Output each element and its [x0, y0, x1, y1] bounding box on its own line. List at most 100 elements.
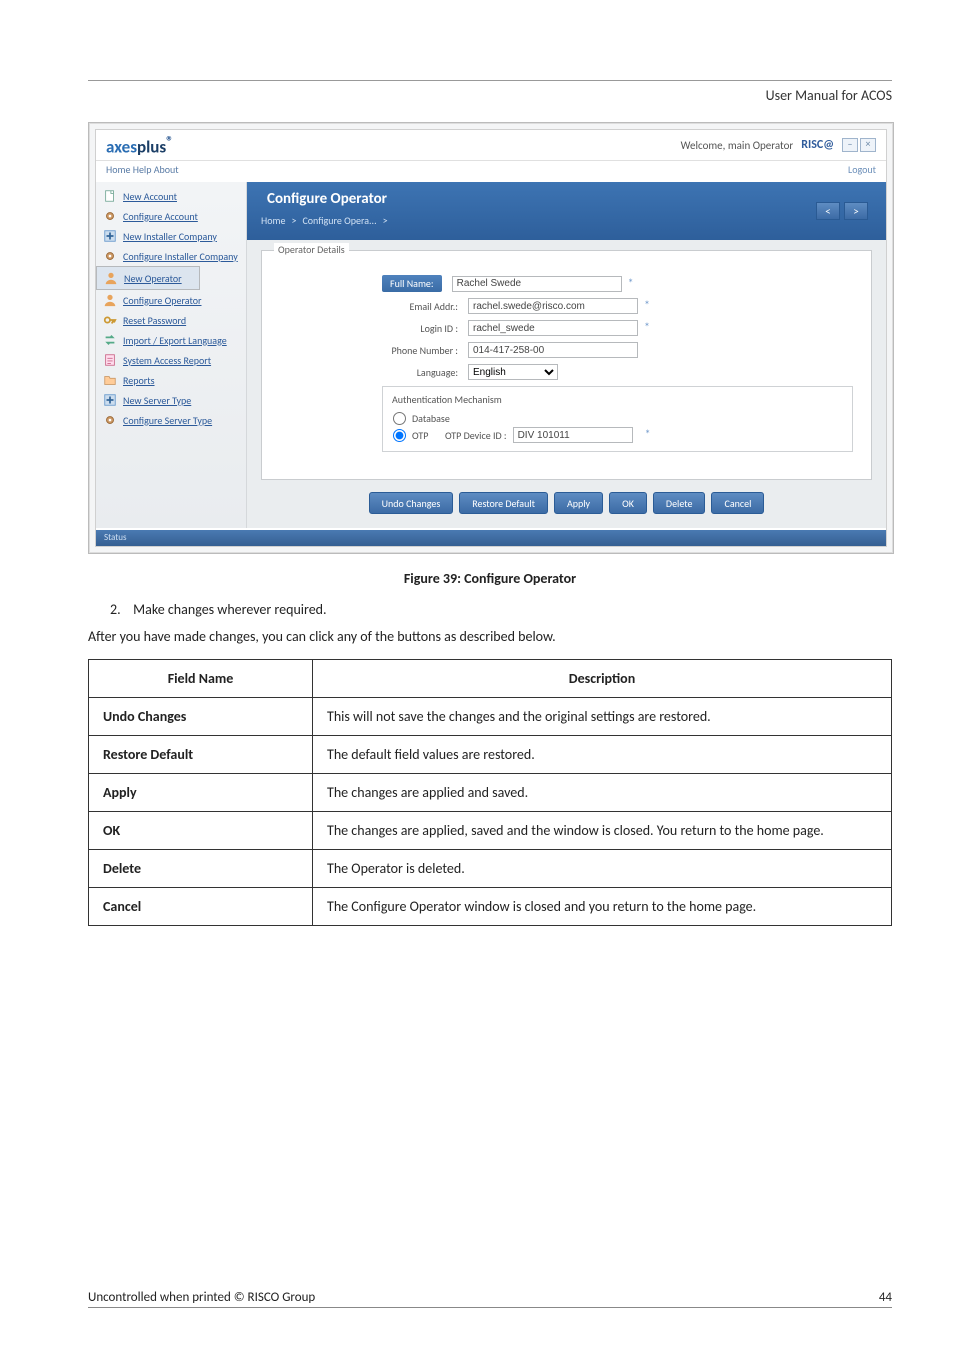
step-text: Make changes wherever required.: [133, 601, 326, 618]
table-row: Restore DefaultThe default field values …: [89, 736, 892, 774]
cell-field-name: OK: [89, 812, 313, 850]
close-icon[interactable]: ×: [860, 138, 876, 152]
sidebar-item-label: Configure Operator: [123, 294, 202, 307]
user-icon: [102, 293, 118, 307]
panel-legend: Operator Details: [274, 243, 349, 256]
delete-button[interactable]: Delete: [653, 492, 706, 514]
label-database: Database: [412, 412, 450, 425]
welcome-text: Welcome, main Operator: [681, 139, 794, 152]
fullname-input[interactable]: [452, 276, 622, 292]
crumb-home[interactable]: Home: [261, 214, 285, 227]
cell-description: The Configure Operator window is closed …: [313, 888, 892, 926]
cell-description: The changes are applied, saved and the w…: [313, 812, 892, 850]
brand-tm: ®: [166, 133, 173, 150]
sidebar-item[interactable]: System Access Report: [96, 350, 246, 370]
app-titlebar: axesplus® Welcome, main Operator RISC@ –…: [96, 130, 886, 161]
sidebar-item-label: Import / Export Language: [123, 334, 227, 347]
sidebar-item[interactable]: Import / Export Language: [96, 330, 246, 350]
cancel-button[interactable]: Cancel: [711, 492, 764, 514]
sidebar-item[interactable]: Configure Operator: [96, 290, 246, 310]
minimize-icon[interactable]: –: [842, 138, 858, 152]
crumb-sep2: >: [383, 214, 388, 227]
menu-bar: Home Help About Logout: [96, 161, 886, 184]
sidebar-item[interactable]: Reports: [96, 370, 246, 390]
table-row: CancelThe Configure Operator window is c…: [89, 888, 892, 926]
label-phone: Phone Number :: [382, 344, 468, 357]
undo-changes-button[interactable]: Undo Changes: [369, 492, 454, 514]
app-brand: axesplus®: [106, 133, 173, 158]
restore-default-button[interactable]: Restore Default: [459, 492, 548, 514]
label-email: Email Addr.:: [382, 300, 468, 313]
sidebar-item[interactable]: Configure Account: [96, 206, 246, 226]
pager-prev-button[interactable]: <: [816, 202, 840, 220]
required-mark: *: [628, 277, 634, 291]
doc-header-title: User Manual for ACOS: [88, 87, 892, 104]
sidebar: New Account Configure Account New Installe…: [96, 182, 247, 528]
sidebar-item[interactable]: Configure Server Type: [96, 410, 246, 430]
label-otp: OTP: [412, 429, 428, 442]
sidebar-item-label: New Operator: [124, 272, 182, 285]
pager-next-button[interactable]: >: [844, 202, 868, 220]
th-description: Description: [313, 660, 892, 698]
otp-device-input[interactable]: [513, 427, 633, 443]
ok-button[interactable]: OK: [609, 492, 647, 514]
sidebar-item-label: Configure Server Type: [123, 414, 212, 427]
table-row: DeleteThe Operator is deleted.: [89, 850, 892, 888]
sidebar-item-label: System Access Report: [123, 354, 211, 367]
plus-icon: [102, 229, 118, 243]
key-icon: [102, 313, 118, 327]
sidebar-item[interactable]: New Installer Company: [96, 226, 246, 246]
after-step-text: After you have made changes, you can cli…: [88, 628, 892, 645]
doc-icon: [102, 189, 118, 203]
cell-field-name: Cancel: [89, 888, 313, 926]
email-input[interactable]: [468, 298, 638, 314]
phone-input[interactable]: [468, 342, 638, 358]
sidebar-item-label: Reset Password: [123, 314, 186, 327]
sidebar-item-label: New Account: [123, 190, 177, 203]
gear-icon: [102, 249, 118, 263]
cell-field-name: Delete: [89, 850, 313, 888]
sidebar-item-label: Configure Account: [123, 210, 198, 223]
arrows-icon: [102, 333, 118, 347]
auth-legend: Authentication Mechanism: [389, 393, 505, 406]
cell-field-name: Undo Changes: [89, 698, 313, 736]
step-2: 2. Make changes wherever required.: [110, 601, 892, 618]
menu-items[interactable]: Home Help About: [106, 163, 179, 181]
login-input[interactable]: [468, 320, 638, 336]
radio-database[interactable]: [393, 412, 406, 425]
label-otp-device: OTP Device ID :: [445, 429, 507, 442]
label-fullname: Full Name:: [382, 275, 442, 292]
pager: < >: [816, 202, 868, 220]
user-icon: [103, 271, 119, 285]
page-footer: Uncontrolled when printed © RISCO Group …: [88, 1290, 892, 1308]
sidebar-item-label: Configure Installer Company: [123, 250, 238, 263]
apply-button[interactable]: Apply: [554, 492, 603, 514]
table-row: OKThe changes are applied, saved and the…: [89, 812, 892, 850]
sidebar-item-label: New Server Type: [123, 394, 191, 407]
plus-icon: [102, 393, 118, 407]
auth-mechanism-group: Authentication Mechanism Database OTP: [382, 386, 853, 452]
sidebar-item[interactable]: New Operator: [96, 266, 200, 290]
sidebar-item[interactable]: New Account: [96, 186, 246, 206]
window-controls: – ×: [842, 138, 876, 152]
field-description-table: Field Name Description Undo ChangesThis …: [88, 659, 892, 926]
sidebar-item[interactable]: New Server Type: [96, 390, 246, 410]
cell-field-name: Apply: [89, 774, 313, 812]
sidebar-item[interactable]: Configure Installer Company: [96, 246, 246, 266]
cell-field-name: Restore Default: [89, 736, 313, 774]
label-language: Language:: [382, 366, 468, 379]
page-header-bar: Configure Operator Home > Configure Oper…: [247, 182, 886, 240]
cell-description: The default field values are restored.: [313, 736, 892, 774]
cell-description: This will not save the changes and the o…: [313, 698, 892, 736]
status-bar: Status: [96, 530, 886, 546]
logout-link[interactable]: Logout: [848, 163, 876, 181]
language-select[interactable]: English: [468, 364, 558, 380]
radio-otp[interactable]: [393, 429, 406, 442]
sidebar-item-label: New Installer Company: [123, 230, 217, 243]
risco-logo-text: RISC@: [801, 138, 834, 152]
sidebar-item[interactable]: Reset Password: [96, 310, 246, 330]
app-screenshot: axesplus® Welcome, main Operator RISC@ –…: [88, 122, 894, 554]
table-row: Undo ChangesThis will not save the chang…: [89, 698, 892, 736]
main-area: Configure Operator Home > Configure Oper…: [247, 182, 886, 528]
folder-icon: [102, 373, 118, 387]
